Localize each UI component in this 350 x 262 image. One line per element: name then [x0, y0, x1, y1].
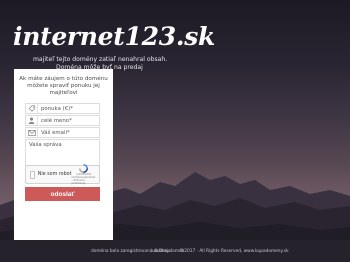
envelope-icon	[26, 128, 38, 137]
captcha-links[interactable]: Ochrana súkromia - Zmluvné podmienky	[71, 176, 96, 185]
message-textarea[interactable]: Vaša správa	[25, 139, 100, 166]
recaptcha-widget: Nie som robot reCAPTCHA Ochrana súkromia…	[25, 164, 100, 185]
name-placeholder: celé meno*	[41, 117, 72, 124]
form-intro-line-3: majiteľovi	[49, 90, 78, 96]
footer-copyright: ©2017 · All Rights Reserved, www.kupadom…	[180, 249, 289, 254]
email-placeholder: Váš email*	[41, 129, 70, 136]
offer-field[interactable]: ponuka (€)*	[25, 103, 100, 114]
user-icon	[26, 116, 38, 125]
email-field[interactable]: Váš email*	[25, 127, 100, 138]
message-placeholder: Vaša správa	[29, 142, 62, 148]
recaptcha-logo: reCAPTCHA Ochrana súkromia - Zmluvné pod…	[71, 164, 96, 185]
offer-placeholder: ponuka (€)*	[41, 105, 73, 112]
tagline-line-1: majiteľ tejto domény zatiaľ nenahral obs…	[33, 56, 168, 63]
captcha-label: Nie som robot	[37, 172, 72, 177]
submit-button[interactable]: odoslať	[25, 187, 100, 201]
site-logo[interactable]: internet123.sk	[13, 22, 215, 51]
captcha-checkbox[interactable]	[30, 170, 35, 179]
footer: doména bola zaregistrovaná službou ulože…	[0, 240, 350, 262]
name-field[interactable]: celé meno*	[25, 115, 100, 126]
tag-icon	[26, 104, 38, 113]
recaptcha-icon	[79, 164, 89, 173]
